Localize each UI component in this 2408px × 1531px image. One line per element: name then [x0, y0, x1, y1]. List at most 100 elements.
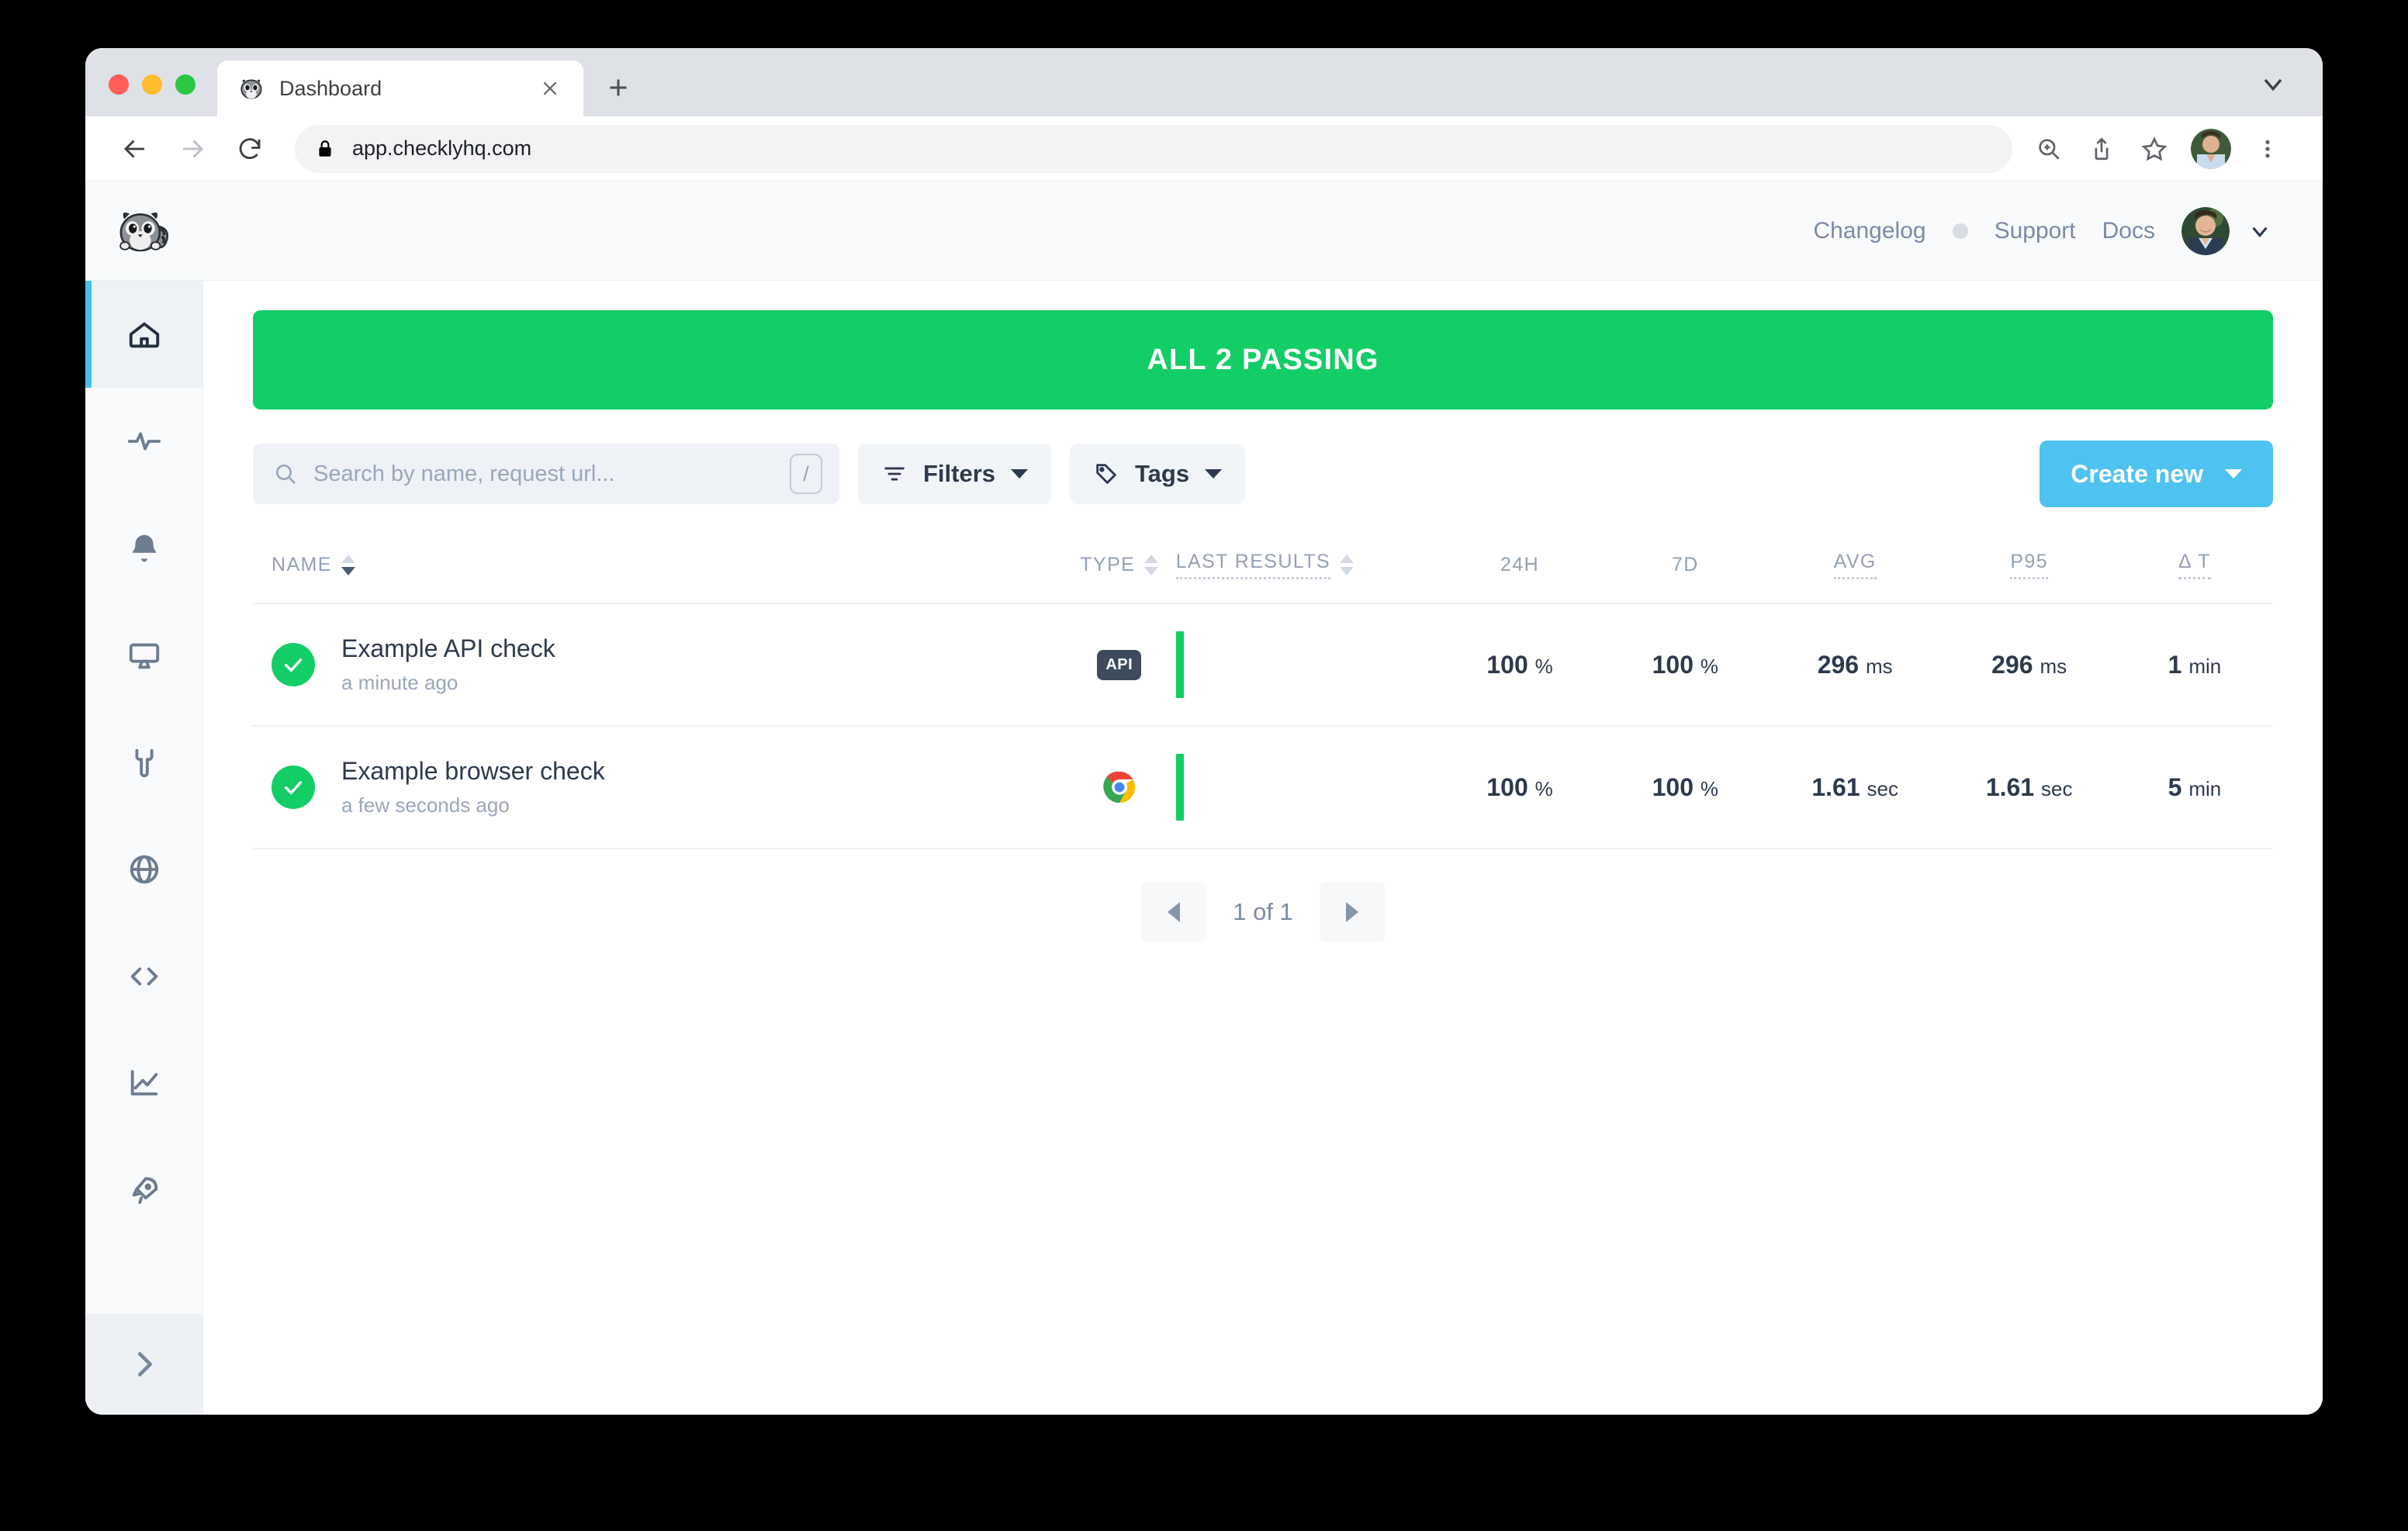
triangle-left-icon: [1168, 902, 1181, 922]
cell-spacer: [688, 603, 1063, 727]
column-header-type-label: TYPE: [1080, 554, 1136, 575]
metric-delta-t-unit: min: [2188, 654, 2222, 678]
chevron-down-icon: [2264, 78, 2282, 92]
bookmark-button[interactable]: [2130, 125, 2178, 173]
pagination: 1 of 1: [253, 882, 2273, 942]
metric-avg-value: 1.61: [1811, 772, 1860, 801]
minimize-window-button[interactable]: [142, 74, 162, 95]
table-row[interactable]: Example browser check a few seconds ago: [253, 726, 2273, 849]
bell-icon: [132, 534, 156, 562]
metric-p95-value: 296: [1991, 650, 2033, 679]
metric-7d-value: 100: [1652, 650, 1694, 679]
header-link-docs[interactable]: Docs: [2102, 218, 2155, 244]
sort-toggle-last-results[interactable]: [1340, 555, 1354, 575]
check-name: Example browser check: [341, 757, 605, 785]
sidebar-item-analytics[interactable]: [85, 1030, 202, 1137]
user-avatar[interactable]: [2181, 206, 2230, 255]
app-header: Changelog Support Docs: [85, 181, 2323, 281]
reload-button[interactable]: [223, 123, 276, 175]
checks-table: NAME TYPE LAST RESULTS 24H 7D AVG P95 Δ …: [253, 529, 2273, 849]
sort-toggle-type[interactable]: [1144, 555, 1159, 575]
checkly-raccoon-favicon: [240, 79, 262, 99]
metric-24h-unit: %: [1534, 654, 1553, 678]
column-header-last-results[interactable]: LAST RESULTS: [1175, 529, 1438, 604]
search-input[interactable]: Search by name, request url... /: [253, 444, 839, 504]
cell-7d: 100 %: [1602, 726, 1768, 849]
pagination-next-button[interactable]: [1319, 882, 1385, 942]
table-row[interactable]: Example API check a minute ago API 100 %…: [253, 603, 2273, 727]
pagination-label: 1 of 1: [1233, 898, 1293, 925]
cell-last-results[interactable]: [1175, 726, 1438, 849]
header-link-support[interactable]: Support: [1995, 218, 2076, 244]
forward-button[interactable]: [166, 123, 219, 175]
column-header-name-label: NAME: [272, 554, 332, 575]
sidebar-item-deployments[interactable]: [85, 1137, 202, 1244]
lock-icon: [319, 140, 331, 157]
cell-avg: 1.61 sec: [1767, 726, 1943, 849]
sidebar-item-maintenance[interactable]: [85, 709, 202, 816]
chevron-down-icon: [1011, 469, 1029, 479]
metric-24h-value: 100: [1486, 772, 1528, 801]
sidebar-item-locations[interactable]: [85, 816, 202, 923]
sidebar-item-activity[interactable]: [85, 388, 202, 495]
new-tab-button[interactable]: [596, 65, 641, 110]
result-bar[interactable]: [1175, 631, 1184, 698]
metric-24h-value: 100: [1486, 650, 1528, 679]
chrome-icon: [1103, 771, 1135, 804]
cell-p95: 296 ms: [1942, 603, 2116, 727]
user-avatar-image: [2181, 206, 2230, 255]
cell-last-results[interactable]: [1175, 603, 1438, 727]
result-bar[interactable]: [1175, 754, 1184, 821]
sidebar-expand-button[interactable]: [85, 1314, 202, 1415]
address-bar[interactable]: app.checklyhq.com: [295, 124, 2012, 173]
check-name: Example API check: [341, 634, 555, 662]
header-link-changelog[interactable]: Changelog: [1813, 218, 1925, 244]
column-header-p95: P95: [1942, 529, 2116, 604]
browser-menu-button[interactable]: [2244, 125, 2292, 173]
tabstrip-menu-button[interactable]: [2258, 68, 2289, 99]
sidebar-item-code[interactable]: [85, 923, 202, 1030]
close-icon[interactable]: [535, 74, 565, 103]
column-header-name[interactable]: NAME: [253, 529, 689, 604]
column-header-type[interactable]: TYPE: [1062, 529, 1176, 604]
sort-toggle-name[interactable]: [341, 555, 355, 575]
pagination-prev-button[interactable]: [1141, 882, 1207, 942]
create-new-button[interactable]: Create new: [2040, 441, 2273, 507]
column-header-24h-label: 24H: [1500, 554, 1540, 575]
search-icon: [276, 465, 296, 484]
browser-tab-dashboard[interactable]: Dashboard: [217, 60, 583, 116]
home-icon: [129, 322, 159, 348]
cell-7d: 100 %: [1602, 603, 1768, 727]
code-brackets-icon: [130, 967, 157, 986]
cell-name[interactable]: Example browser check a few seconds ago: [253, 726, 689, 849]
address-bar-url: app.checklyhq.com: [352, 137, 532, 160]
sidebar-item-alerts[interactable]: [85, 495, 202, 602]
filters-button[interactable]: Filters: [858, 444, 1052, 504]
checkly-app: Changelog Support Docs ALL 2 PASSING Sea…: [85, 181, 2323, 1415]
close-window-button[interactable]: [109, 74, 129, 95]
zoom-in-button[interactable]: [2025, 125, 2073, 173]
back-button[interactable]: [109, 123, 161, 175]
share-button[interactable]: [2078, 125, 2126, 173]
cell-type: [1062, 726, 1176, 849]
browser-profile-button[interactable]: [2191, 128, 2231, 169]
column-header-spacer: [688, 529, 1063, 604]
maximize-window-button[interactable]: [175, 74, 195, 95]
cell-24h: 100 %: [1437, 603, 1603, 727]
check-circle-icon: [272, 643, 315, 686]
cell-name[interactable]: Example API check a minute ago: [253, 603, 689, 727]
sidebar-item-dashboards[interactable]: [85, 602, 202, 709]
zoom-in-icon: [2039, 138, 2060, 160]
tags-button[interactable]: Tags: [1070, 444, 1246, 504]
triangle-right-icon: [1345, 902, 1358, 922]
checkly-raccoon-logo: [119, 212, 168, 251]
sidebar-item-home[interactable]: [85, 281, 202, 388]
user-menu-button[interactable]: [2247, 218, 2273, 244]
filter-icon: [884, 467, 905, 481]
app-logo[interactable]: [85, 207, 203, 255]
chevron-down-icon: [2252, 226, 2268, 237]
tag-icon: [1096, 464, 1116, 484]
column-header-avg: AVG: [1767, 529, 1943, 604]
monitor-icon: [129, 643, 159, 669]
